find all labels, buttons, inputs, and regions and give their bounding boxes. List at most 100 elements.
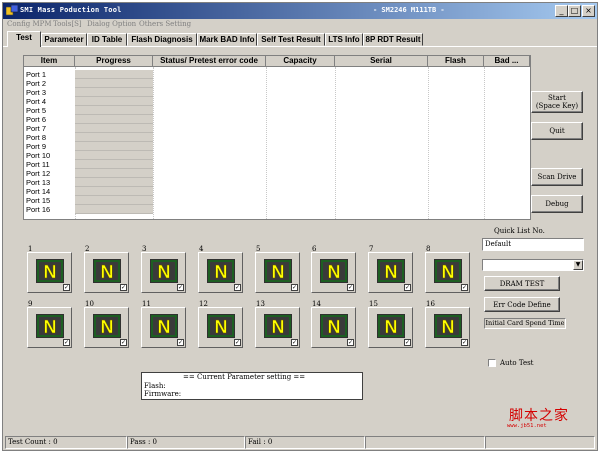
- err-code-define-button[interactable]: Err Code Define: [484, 297, 560, 312]
- slot-checkbox[interactable]: ✓: [347, 339, 354, 346]
- slot-icon-letter: N: [442, 317, 455, 337]
- table-row[interactable]: Port 2: [24, 79, 530, 88]
- table-row[interactable]: Port 8: [24, 133, 530, 142]
- dram-test-button[interactable]: DRAM TEST: [484, 276, 560, 291]
- progress-bar: [75, 178, 153, 187]
- auto-test-label: Auto Test: [500, 359, 534, 367]
- slot-checkbox[interactable]: ✓: [63, 284, 70, 291]
- menu-dialog-option[interactable]: Dialog Option: [87, 20, 136, 28]
- slot-6[interactable]: N ✓: [311, 252, 356, 293]
- slot-checkbox[interactable]: ✓: [347, 284, 354, 291]
- slot-checkbox[interactable]: ✓: [177, 339, 184, 346]
- tab-id-table[interactable]: ID Table: [87, 33, 127, 46]
- slot-15[interactable]: N ✓: [368, 307, 413, 348]
- table-row[interactable]: Port 12: [24, 169, 530, 178]
- slot-checkbox[interactable]: ✓: [461, 339, 468, 346]
- quick-list-input[interactable]: Default: [482, 238, 584, 251]
- slot-checkbox[interactable]: ✓: [234, 339, 241, 346]
- progress-bar: [75, 169, 153, 178]
- menu-others-setting[interactable]: Others Setting: [139, 20, 191, 28]
- slot-1[interactable]: N ✓: [27, 252, 72, 293]
- status-cell: [365, 436, 485, 449]
- quit-button[interactable]: Quit: [531, 122, 583, 140]
- slot-checkbox[interactable]: ✓: [120, 339, 127, 346]
- slot-checkbox[interactable]: ✓: [120, 284, 127, 291]
- slot-checkbox[interactable]: ✓: [404, 284, 411, 291]
- tab-parameter[interactable]: Parameter: [41, 33, 87, 46]
- slot-16[interactable]: N ✓: [425, 307, 470, 348]
- table-row[interactable]: Port 1: [24, 70, 530, 79]
- scan-drive-button[interactable]: Scan Drive: [531, 168, 583, 186]
- title-bar[interactable]: SMI Mass Poduction Tool - SM2246 M111TB …: [3, 3, 597, 19]
- tab-strip: Test Parameter ID Table Flash Diagnosis …: [3, 31, 597, 47]
- table-row[interactable]: Port 10: [24, 151, 530, 160]
- slot-checkbox[interactable]: ✓: [234, 284, 241, 291]
- table-row[interactable]: Port 14: [24, 187, 530, 196]
- progress-bar: [75, 106, 153, 115]
- device-not-ready-icon: N: [264, 259, 292, 283]
- port-label: Port 13: [26, 178, 51, 187]
- column-progress[interactable]: Progress: [75, 56, 153, 67]
- start-button[interactable]: Start (Space Key): [531, 91, 583, 113]
- progress-bar: [75, 142, 153, 151]
- column-serial[interactable]: Serial: [335, 56, 428, 67]
- tab-test[interactable]: Test: [7, 31, 41, 47]
- progress-bar: [75, 70, 153, 79]
- tab-self-test-result[interactable]: Self Test Result: [257, 33, 325, 46]
- slot-checkbox[interactable]: ✓: [177, 284, 184, 291]
- tab-lts-info[interactable]: LTS Info: [325, 33, 363, 46]
- device-not-ready-icon: N: [207, 314, 235, 338]
- menu-tools[interactable]: Tools[S]: [53, 20, 82, 28]
- checkbox-box[interactable]: [488, 359, 496, 367]
- window-subtitle: - SM2246 M111TB -: [373, 6, 445, 14]
- slot-checkbox[interactable]: ✓: [404, 339, 411, 346]
- table-row[interactable]: Port 5: [24, 106, 530, 115]
- table-row[interactable]: Port 9: [24, 142, 530, 151]
- column-bad[interactable]: Bad ...: [484, 56, 530, 67]
- menu-config-mpm[interactable]: Config MPM: [7, 20, 52, 28]
- slot-icon-letter: N: [101, 317, 114, 337]
- column-item[interactable]: Item: [24, 56, 75, 67]
- table-row[interactable]: Port 3: [24, 88, 530, 97]
- port-label: Port 4: [26, 97, 47, 106]
- table-row[interactable]: Port 4: [24, 97, 530, 106]
- column-status[interactable]: Status/ Pretest error code: [153, 56, 266, 67]
- slot-9[interactable]: N ✓: [27, 307, 72, 348]
- table-row[interactable]: Port 11: [24, 160, 530, 169]
- slot-4[interactable]: N ✓: [198, 252, 243, 293]
- tab-8p-rdt-result[interactable]: 8P RDT Result: [363, 33, 423, 46]
- tab-flash-diagnosis[interactable]: Flash Diagnosis: [127, 33, 197, 46]
- column-flash[interactable]: Flash: [428, 56, 484, 67]
- table-row[interactable]: Port 15: [24, 196, 530, 205]
- slot-3[interactable]: N ✓: [141, 252, 186, 293]
- chevron-down-icon[interactable]: ▼: [573, 260, 583, 270]
- slot-13[interactable]: N ✓: [255, 307, 300, 348]
- slot-checkbox[interactable]: ✓: [461, 284, 468, 291]
- slot-5[interactable]: N ✓: [255, 252, 300, 293]
- tab-mark-bad-info[interactable]: Mark BAD Info: [197, 33, 257, 46]
- auto-test-checkbox[interactable]: Auto Test: [488, 359, 534, 367]
- slot-2[interactable]: N ✓: [84, 252, 129, 293]
- minimize-button[interactable]: _: [555, 5, 568, 17]
- slot-10[interactable]: N ✓: [84, 307, 129, 348]
- table-row[interactable]: Port 16: [24, 205, 530, 214]
- slot-7[interactable]: N ✓: [368, 252, 413, 293]
- progress-bar: [75, 115, 153, 124]
- slot-checkbox[interactable]: ✓: [63, 339, 70, 346]
- table-row[interactable]: Port 7: [24, 124, 530, 133]
- table-row[interactable]: Port 6: [24, 115, 530, 124]
- column-capacity[interactable]: Capacity: [266, 56, 335, 67]
- table-row[interactable]: Port 13: [24, 178, 530, 187]
- quick-list-select[interactable]: ▼: [482, 259, 584, 271]
- maximize-button[interactable]: □: [568, 5, 581, 17]
- slot-8[interactable]: N ✓: [425, 252, 470, 293]
- slot-checkbox[interactable]: ✓: [291, 339, 298, 346]
- slot-11[interactable]: N ✓: [141, 307, 186, 348]
- port-label: Port 6: [26, 115, 47, 124]
- slot-checkbox[interactable]: ✓: [291, 284, 298, 291]
- slot-14[interactable]: N ✓: [311, 307, 356, 348]
- slot-12[interactable]: N ✓: [198, 307, 243, 348]
- port-status-table[interactable]: Item Progress Status/ Pretest error code…: [23, 55, 531, 220]
- debug-button[interactable]: Debug: [531, 195, 583, 213]
- close-button[interactable]: ×: [582, 5, 595, 17]
